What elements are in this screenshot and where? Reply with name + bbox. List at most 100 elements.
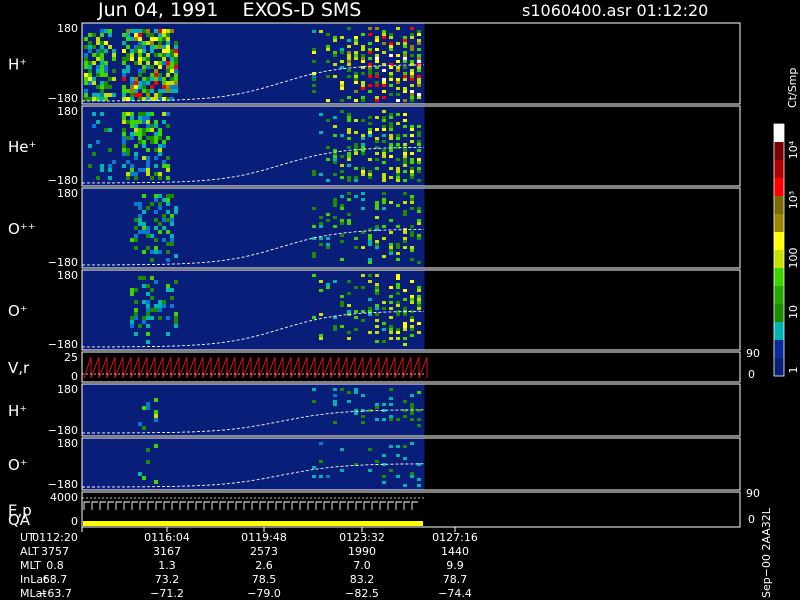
spec-cell (166, 89, 170, 93)
spec-cell (354, 237, 358, 240)
spec-cell (333, 39, 337, 42)
spec-cell (410, 140, 414, 143)
spec-cell (174, 69, 178, 73)
spec-cell (403, 415, 407, 418)
spec-cell (166, 258, 170, 262)
spec-cell (158, 45, 162, 49)
spec-cell (122, 152, 126, 156)
spec-cell (403, 75, 407, 78)
panel-label: He⁺ (8, 138, 36, 156)
spec-cell (333, 421, 337, 424)
spec-cell (150, 65, 154, 69)
spec-cell (326, 179, 330, 182)
spec-cell (170, 214, 174, 218)
spec-cell (417, 167, 421, 170)
spec-cell (158, 73, 162, 77)
spec-cell (170, 57, 174, 61)
spec-cell (130, 324, 134, 328)
spec-cell (417, 54, 421, 57)
spec-cell (396, 66, 400, 69)
spec-cell (403, 87, 407, 90)
spec-cell (403, 45, 407, 48)
plot-canvas: Jun 04, 1991 EXOS-D SMS s1060400.asr 01:… (8, 0, 800, 600)
spec-cell (158, 93, 162, 97)
spec-cell (361, 33, 365, 36)
colorbar-swatch (774, 178, 784, 197)
spec-cell (347, 119, 351, 122)
spec-cell (134, 156, 138, 160)
spec-cell (410, 176, 414, 179)
spec-cell (312, 170, 316, 173)
spec-cell (146, 33, 150, 37)
spec-cell (347, 51, 351, 54)
spec-cell (84, 65, 88, 69)
spec-cell (158, 176, 162, 180)
spec-cell (410, 246, 414, 249)
spec-cell (375, 283, 379, 286)
spec-cell (361, 60, 365, 63)
spec-cell (142, 194, 146, 198)
spec-cell (84, 73, 88, 77)
spec-cell (403, 240, 407, 243)
spec-cell (100, 29, 104, 33)
spec-cell (361, 143, 365, 146)
spec-cell (347, 75, 351, 78)
footer-cell: 1440 (441, 545, 469, 558)
spec-cell (162, 77, 166, 81)
spec-cell (389, 72, 393, 75)
spec-cell (146, 340, 150, 344)
spec-cell (319, 475, 323, 478)
spec-cell (146, 300, 150, 304)
spec-cell (146, 406, 150, 410)
spec-cell (170, 222, 174, 226)
spec-cell (162, 140, 166, 144)
spec-cell (126, 136, 130, 140)
spec-cell (382, 125, 386, 128)
spec-cell (134, 144, 138, 148)
spec-cell (174, 89, 178, 93)
spec-cell (134, 128, 138, 132)
spec-cell (417, 81, 421, 84)
spec-cell (382, 328, 386, 331)
spec-cell (410, 316, 414, 319)
spec-cell (146, 65, 150, 69)
spec-cell (142, 210, 146, 214)
spec-cell (92, 93, 96, 97)
spec-cell (174, 41, 178, 45)
spec-cell (142, 89, 146, 93)
spec-cell (326, 158, 330, 161)
colorbar-swatch (774, 268, 784, 287)
spec-cell (340, 234, 344, 237)
spec-cell (417, 219, 421, 222)
spec-cell (150, 89, 154, 93)
spec-cell (158, 37, 162, 41)
spec-cell (134, 226, 138, 230)
spec-cell (130, 112, 134, 116)
spec-cell (417, 170, 421, 173)
spec-cell (162, 304, 166, 308)
spec-cell (389, 403, 393, 406)
spec-cell (347, 116, 351, 119)
colorbar-swatch (774, 286, 784, 305)
spec-cell (150, 45, 154, 49)
spec-cell (347, 292, 351, 295)
spec-cell (154, 198, 158, 202)
spec-cell (319, 334, 323, 337)
spec-cell (410, 325, 414, 328)
spec-cell (417, 210, 421, 213)
spec-cell (174, 324, 178, 328)
spec-cell (354, 176, 358, 179)
spec-cell (162, 85, 166, 89)
spec-cell (146, 61, 150, 65)
spec-cell (410, 69, 414, 72)
spec-cell (410, 403, 414, 406)
spec-cell (417, 125, 421, 128)
spec-cell (112, 53, 116, 57)
spec-cell (410, 27, 414, 30)
spec-cell (154, 410, 158, 414)
spec-cell (130, 288, 134, 292)
spec-cell (150, 136, 154, 140)
spec-cell (410, 152, 414, 155)
spec-cell (138, 136, 142, 140)
spec-cell (130, 136, 134, 140)
